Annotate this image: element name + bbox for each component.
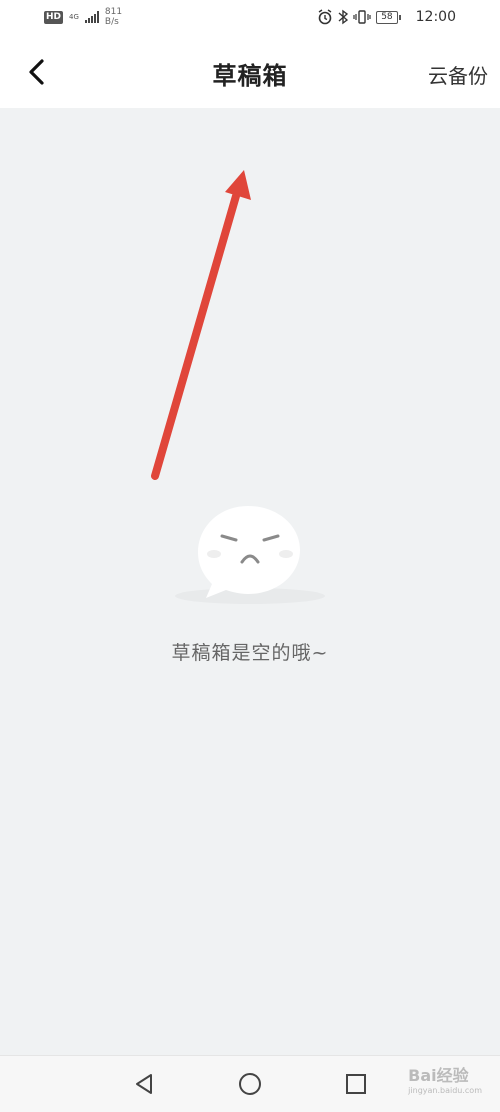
speed-unit: B/s <box>104 17 119 27</box>
network-label: 4G <box>69 13 79 21</box>
drafts-content: 草稿箱是空的哦~ <box>0 108 500 1055</box>
vibrate-icon <box>353 9 371 25</box>
bluetooth-icon <box>338 9 349 25</box>
battery-level: 58 <box>376 10 398 24</box>
nav-recent-button[interactable] <box>342 1070 370 1098</box>
network-speed: 811 B/s <box>105 7 122 27</box>
signal-icon <box>84 11 99 23</box>
nav-back-button[interactable] <box>130 1070 158 1098</box>
sad-face-bubble-icon <box>175 506 325 604</box>
triangle-back-icon <box>136 1074 152 1094</box>
circle-home-icon <box>239 1073 261 1095</box>
alarm-icon <box>317 9 333 25</box>
annotation-arrow <box>151 170 251 480</box>
page-title: 草稿箱 <box>212 62 288 90</box>
baidu-watermark: Bai经验 jingyan.baidu.com <box>408 1062 482 1095</box>
app-header: 草稿箱 云备份 <box>0 36 500 108</box>
status-bar: HD 4G 811 B/s 58 12:00 <box>0 0 500 36</box>
cloud-backup-button[interactable]: 云备份 <box>428 60 488 89</box>
battery-icon: 58 <box>376 10 401 24</box>
hd-badge: HD <box>44 10 64 24</box>
status-time: 12:00 <box>415 9 456 25</box>
watermark-sub: jingyan.baidu.com <box>408 1086 482 1095</box>
system-navbar: Bai经验 jingyan.baidu.com <box>0 1055 500 1112</box>
status-right: 58 12:00 <box>317 9 456 25</box>
status-left: HD 4G 811 B/s <box>44 7 122 27</box>
empty-message: 草稿箱是空的哦~ <box>171 642 329 664</box>
speed-value: 811 <box>104 7 123 17</box>
nav-home-button[interactable] <box>236 1070 264 1098</box>
watermark-text: Bai经验 <box>408 1066 469 1085</box>
square-recent-icon <box>346 1074 366 1094</box>
